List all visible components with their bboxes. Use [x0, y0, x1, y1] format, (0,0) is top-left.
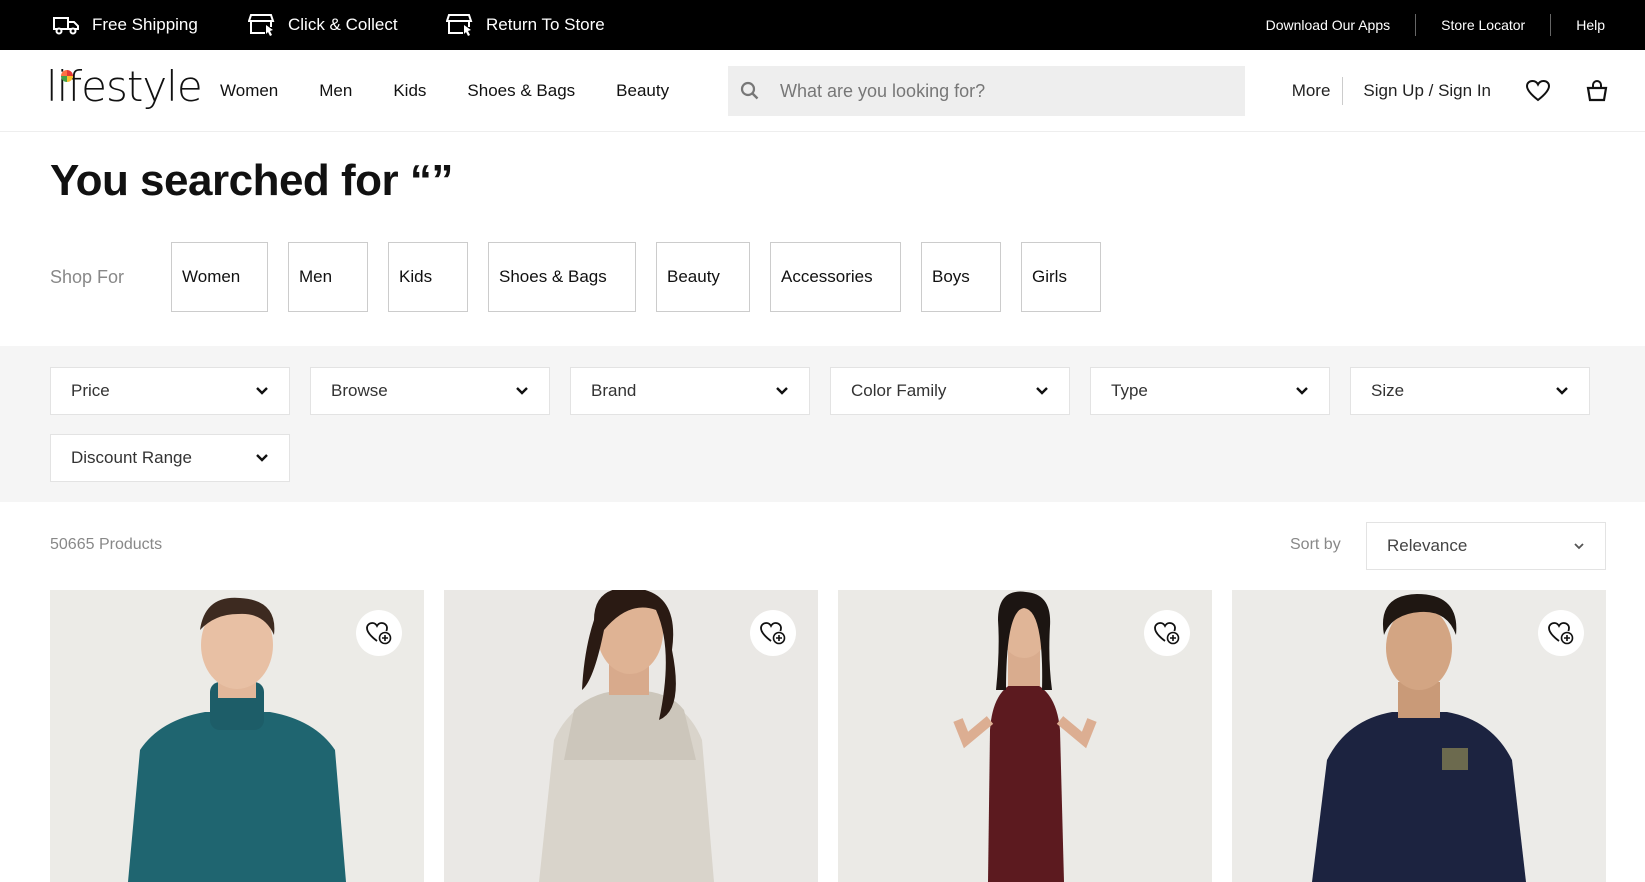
shop-for-men[interactable]: Men [288, 242, 368, 312]
shop-for-shoes-bags[interactable]: Shoes & Bags [488, 242, 636, 312]
shop-for-women[interactable]: Women [171, 242, 268, 312]
filter-size[interactable]: Size [1350, 367, 1590, 415]
product-count: 50665 Products [50, 536, 163, 553]
chevron-down-icon [256, 387, 268, 395]
shop-for-row: Shop For Women Men Kids Shoes & Bags Bea… [50, 242, 1121, 312]
promo-label: Return To Store [486, 15, 605, 34]
heart-icon [1525, 79, 1551, 102]
nav-women[interactable]: Women [220, 81, 278, 101]
promo-free-shipping[interactable]: Free Shipping [52, 0, 198, 50]
sort-label: Sort by [1290, 536, 1341, 553]
filter-browse[interactable]: Browse [310, 367, 550, 415]
filter-label: Color Family [851, 381, 947, 400]
promo-return-store[interactable]: Return To Store [446, 0, 605, 50]
nav-shoes-bags[interactable]: Shoes & Bags [467, 81, 575, 101]
utility-links: Download Our Apps Store Locator Help [1266, 0, 1605, 50]
product-card[interactable] [838, 590, 1212, 882]
page-title: You searched for “” [50, 156, 453, 205]
shop-for-beauty[interactable]: Beauty [656, 242, 750, 312]
filter-discount-range[interactable]: Discount Range [50, 434, 290, 482]
store-return-icon [446, 14, 473, 36]
add-to-wishlist-button[interactable] [356, 610, 402, 656]
truck-icon [53, 17, 79, 35]
main-header: lifestyle Women Men Kids Shoes & Bags Be… [0, 50, 1645, 132]
download-apps-link[interactable]: Download Our Apps [1266, 17, 1391, 33]
logo-text: lifestyle [46, 62, 203, 111]
chevron-down-icon [1036, 387, 1048, 395]
filter-color-family[interactable]: Color Family [830, 367, 1070, 415]
help-link[interactable]: Help [1576, 17, 1605, 33]
heart-plus-icon [1154, 622, 1180, 645]
filter-label: Type [1111, 381, 1148, 400]
shop-for-girls[interactable]: Girls [1021, 242, 1101, 312]
sort-value: Relevance [1387, 536, 1468, 555]
chevron-down-icon [516, 387, 528, 395]
filter-label: Size [1371, 381, 1405, 400]
more-menu[interactable]: More [1292, 81, 1331, 101]
top-promo-bar: Free Shipping Click & Collect Return To … [0, 0, 1645, 50]
store-click-icon [248, 14, 275, 36]
logo-dot-icon [61, 70, 73, 82]
product-card[interactable] [444, 590, 818, 882]
main-nav: Women Men Kids Shoes & Bags Beauty [220, 50, 710, 132]
search-input[interactable] [780, 80, 1200, 102]
sort-dropdown[interactable]: Relevance [1366, 522, 1606, 570]
lifestyle-logo[interactable]: lifestyle [46, 62, 203, 111]
chevron-down-icon [1556, 387, 1568, 395]
bag-button[interactable] [1585, 79, 1609, 103]
filter-panel: Price Browse Brand Color Family Type Siz… [0, 346, 1645, 502]
nav-beauty[interactable]: Beauty [616, 81, 669, 101]
shopping-bag-icon [1586, 80, 1608, 102]
shop-for-kids[interactable]: Kids [388, 242, 468, 312]
filter-label: Browse [331, 381, 388, 400]
store-locator-link[interactable]: Store Locator [1441, 17, 1525, 33]
shop-for-label: Shop For [50, 266, 125, 287]
divider [1550, 14, 1552, 36]
promo-click-collect[interactable]: Click & Collect [248, 0, 398, 50]
nav-kids[interactable]: Kids [393, 81, 426, 101]
search-icon [740, 81, 759, 100]
filter-price[interactable]: Price [50, 367, 290, 415]
shop-for-boys[interactable]: Boys [921, 242, 1001, 312]
divider [1342, 77, 1344, 105]
add-to-wishlist-button[interactable] [1144, 610, 1190, 656]
chevron-down-icon [1296, 387, 1308, 395]
header-actions: More Sign Up / Sign In [1292, 50, 1609, 132]
filter-label: Price [71, 381, 110, 400]
shop-for-accessories[interactable]: Accessories [770, 242, 901, 312]
add-to-wishlist-button[interactable] [750, 610, 796, 656]
filter-brand[interactable]: Brand [570, 367, 810, 415]
signin-link[interactable]: Sign Up / Sign In [1363, 81, 1491, 101]
product-card[interactable] [50, 590, 424, 882]
heart-plus-icon [1548, 622, 1574, 645]
chevron-down-icon [1574, 543, 1584, 550]
filter-type[interactable]: Type [1090, 367, 1330, 415]
promo-label: Click & Collect [288, 15, 398, 34]
filter-label: Discount Range [71, 448, 192, 467]
filter-label: Brand [591, 381, 637, 400]
product-card[interactable] [1232, 590, 1606, 882]
chevron-down-icon [776, 387, 788, 395]
wishlist-button[interactable] [1525, 79, 1551, 103]
heart-plus-icon [366, 622, 392, 645]
heart-plus-icon [760, 622, 786, 645]
add-to-wishlist-button[interactable] [1538, 610, 1584, 656]
promo-label: Free Shipping [92, 15, 198, 34]
nav-men[interactable]: Men [319, 81, 352, 101]
divider [1415, 14, 1417, 36]
search-bar[interactable] [728, 66, 1245, 116]
chevron-down-icon [256, 454, 268, 462]
